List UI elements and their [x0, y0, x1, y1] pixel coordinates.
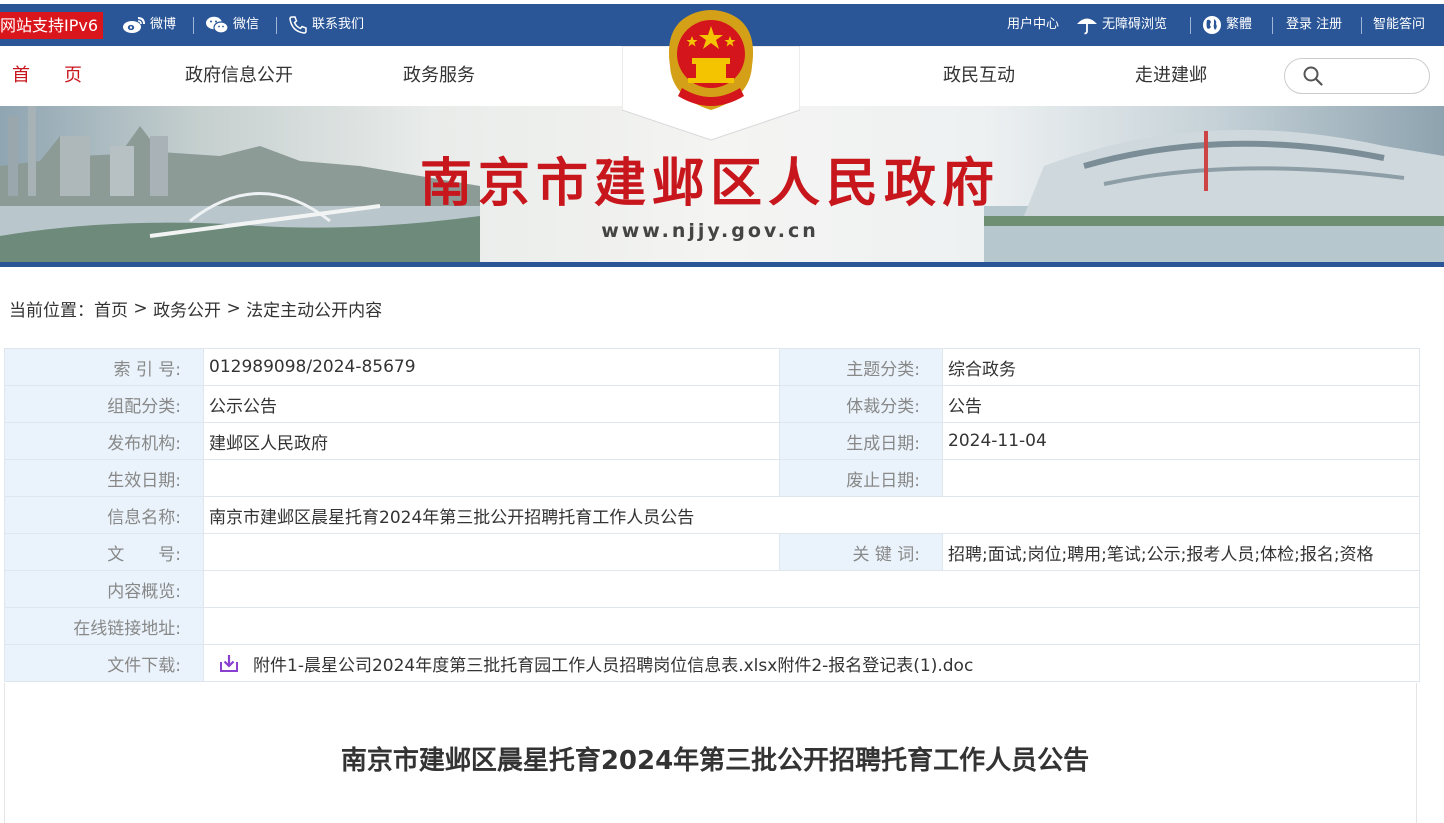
breadcrumb-separator: >: [221, 298, 247, 319]
wechat-icon: [206, 16, 229, 34]
table-row: 发布机构: 建邺区人民政府 生成日期: 2024-11-04: [4, 422, 1420, 460]
search-input[interactable]: [1329, 65, 1425, 87]
topic-category-label: 主题分类:: [779, 348, 943, 386]
nav-home[interactable]: 首页: [12, 46, 116, 106]
login-register-label: 登录 注册: [1286, 17, 1343, 32]
smart-qa-label: 智能答问: [1373, 17, 1426, 32]
user-center-label: 用户中心: [1007, 17, 1060, 32]
umbrella-icon: [1077, 18, 1097, 35]
smart-qa-link[interactable]: 智能答问: [1373, 4, 1425, 46]
table-row: 内容概览:: [4, 570, 1420, 608]
weixin-label: 微信: [233, 17, 260, 32]
breadcrumb-home[interactable]: 首页: [94, 301, 128, 321]
index-number-label: 索 引 号:: [4, 348, 204, 386]
online-link-value: [203, 607, 1420, 645]
created-date-value: 2024-11-04: [942, 422, 1420, 460]
accessibility-label: 无障碍浏览: [1102, 17, 1168, 32]
breadcrumb-level2[interactable]: 法定主动公开内容: [246, 301, 382, 321]
banner-url: www.njjy.gov.cn: [601, 220, 819, 242]
org-category-label: 组配分类:: [4, 385, 204, 423]
search-box[interactable]: [1284, 58, 1430, 94]
nav-gov-info[interactable]: 政府信息公开: [185, 46, 293, 106]
breadcrumb-separator: >: [128, 298, 154, 319]
phone-icon: [289, 16, 307, 34]
user-center-link[interactable]: 用户中心: [1007, 4, 1059, 46]
table-row: 文 号: 关 键 词: 招聘;面试;岗位;聘用;笔试;公示;报考人员;体检;报名…: [4, 533, 1420, 571]
keywords-label: 关 键 词:: [779, 533, 943, 571]
topic-category-value: 综合政务: [942, 348, 1420, 386]
effective-date-value: [203, 459, 780, 497]
divider: [1361, 17, 1362, 34]
divider: [276, 17, 277, 34]
keywords-value: 招聘;面试;岗位;聘用;笔试;公示;报考人员;体检;报名;资格: [942, 533, 1420, 571]
table-row: 信息名称: 南京市建邺区晨星托育2024年第三批公开招聘托育工作人员公告: [4, 496, 1420, 534]
divider: [1272, 17, 1273, 34]
document-meta-table: 索 引 号: 012989098/2024-85679 主题分类: 综合政务 组…: [4, 348, 1420, 682]
login-register-link[interactable]: 登录 注册: [1286, 4, 1342, 46]
table-row: 在线链接地址:: [4, 607, 1420, 645]
globe-icon: [1203, 16, 1221, 34]
weibo-label: 微博: [150, 17, 177, 32]
genre-category-label: 体裁分类:: [779, 385, 943, 423]
nav-gov-service[interactable]: 政务服务: [403, 46, 475, 106]
national-emblem-icon[interactable]: [662, 6, 760, 118]
accessibility-link[interactable]: 无障碍浏览: [1076, 4, 1167, 46]
divider: [193, 17, 194, 34]
doc-number-value: [203, 533, 780, 571]
table-row: 文件下载: 附件1-晨星公司2024年度第三批托育园工作人员招聘岗位信息表.xl…: [4, 644, 1420, 682]
traditional-chinese-link[interactable]: 繁體: [1202, 4, 1252, 46]
index-number-value: 012989098/2024-85679: [203, 348, 780, 386]
created-date-label: 生成日期:: [779, 422, 943, 460]
info-name-label: 信息名称:: [4, 496, 204, 534]
abolish-date-value: [942, 459, 1420, 497]
weibo-icon: [123, 17, 145, 33]
file-download-cell: 附件1-晨星公司2024年度第三批托育园工作人员招聘岗位信息表.xlsx附件2-…: [203, 644, 1420, 682]
breadcrumb: 当前位置：首页 > 政务公开 > 法定主动公开内容: [9, 296, 382, 322]
publisher-value: 建邺区人民政府: [203, 422, 780, 460]
effective-date-label: 生效日期:: [4, 459, 204, 497]
download-icon[interactable]: [219, 653, 239, 673]
weibo-link[interactable]: 微博: [122, 4, 176, 46]
table-row: 生效日期: 废止日期:: [4, 459, 1420, 497]
search-icon[interactable]: [1303, 66, 1323, 86]
nav-interaction[interactable]: 政民互动: [943, 46, 1015, 106]
file-download-label: 文件下载:: [4, 644, 204, 682]
weixin-link[interactable]: 微信: [205, 4, 259, 46]
contact-label: 联系我们: [312, 17, 365, 32]
online-link-label: 在线链接地址:: [4, 607, 204, 645]
breadcrumb-prefix: 当前位置：: [9, 301, 94, 321]
summary-value: [203, 570, 1420, 608]
article-title: 南京市建邺区晨星托育2024年第三批公开招聘托育工作人员公告: [340, 746, 1090, 776]
banner-scenery-right: [984, 130, 1444, 264]
abolish-date-label: 废止日期:: [779, 459, 943, 497]
org-category-value: 公示公告: [203, 385, 780, 423]
banner-title: 南京市建邺区人民政府: [419, 153, 1000, 214]
genre-category-value: 公告: [942, 385, 1420, 423]
breadcrumb-level1[interactable]: 政务公开: [153, 301, 221, 321]
contact-link[interactable]: 联系我们: [288, 4, 364, 46]
info-name-value: 南京市建邺区晨星托育2024年第三批公开招聘托育工作人员公告: [203, 496, 1420, 534]
doc-number-label: 文 号:: [4, 533, 204, 571]
banner-bottom-bar: [0, 262, 1444, 267]
nav-about[interactable]: 走进建邺: [1135, 46, 1207, 106]
divider: [1190, 17, 1191, 34]
traditional-label: 繁體: [1226, 17, 1253, 32]
table-row: 索 引 号: 012989098/2024-85679 主题分类: 综合政务: [4, 348, 1420, 386]
table-row: 组配分类: 公示公告 体裁分类: 公告: [4, 385, 1420, 423]
publisher-label: 发布机构:: [4, 422, 204, 460]
ipv6-badge[interactable]: 网站支持IPv6: [0, 12, 104, 39]
file-download-link[interactable]: 附件1-晨星公司2024年度第三批托育园工作人员招聘岗位信息表.xlsx附件2-…: [253, 656, 973, 676]
summary-label: 内容概览:: [4, 570, 204, 608]
